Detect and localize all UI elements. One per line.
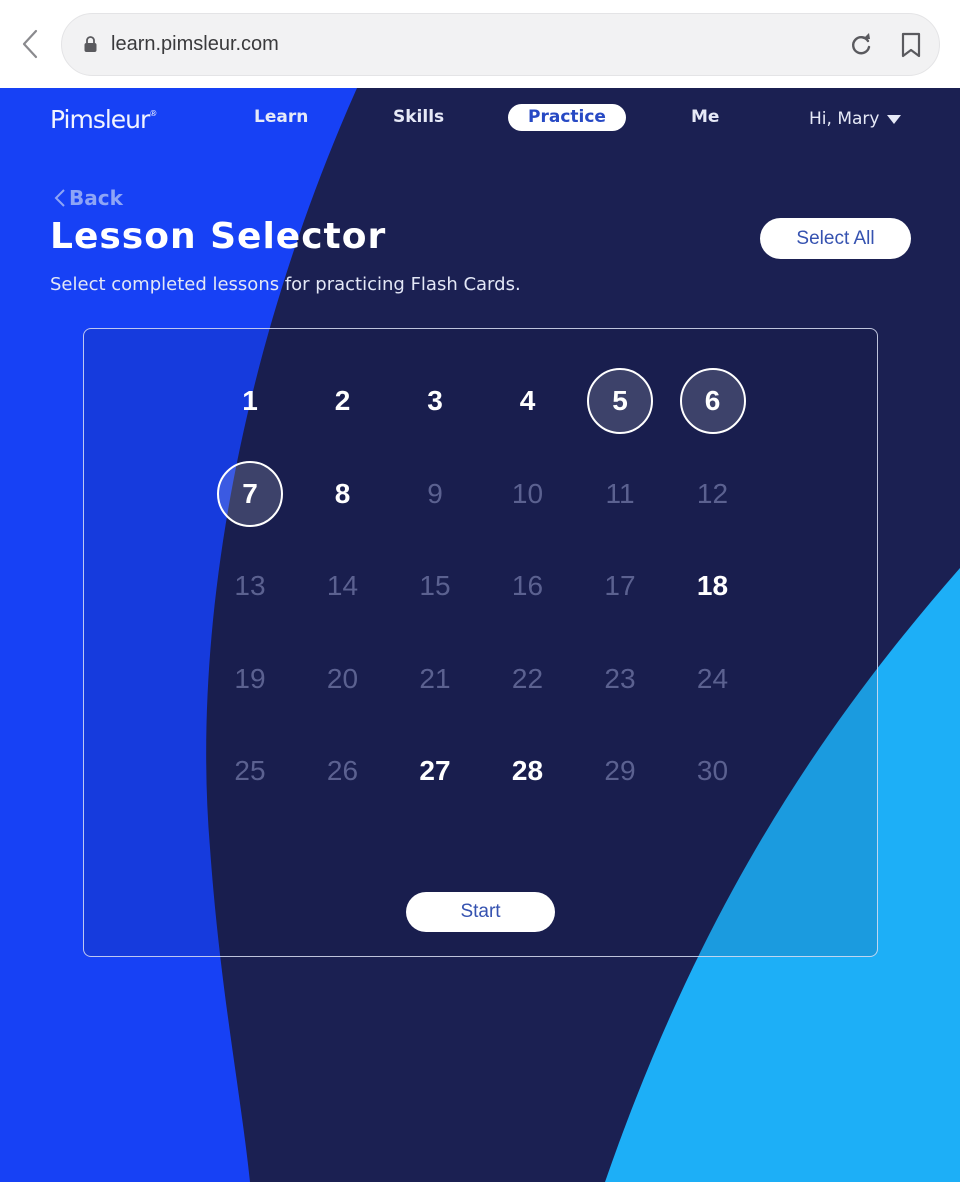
select-all-button[interactable]: Select All	[760, 218, 911, 259]
page-title: Lesson Selector	[50, 216, 387, 257]
lesson-26-button: 26	[326, 755, 359, 786]
lesson-14-button: 14	[326, 570, 359, 601]
bookmark-icon[interactable]	[901, 32, 921, 58]
lesson-grid: 1 2 3 4 5 6 7 8 9 10 11 12 13 14 15 16 17 18 19 20 21 22 23 24 2…	[84, 329, 877, 956]
lesson-30-button: 30	[696, 755, 729, 786]
browser-toolbar: learn.pimsleur.com	[0, 0, 960, 88]
address-bar[interactable]: learn.pimsleur.com	[61, 13, 940, 76]
start-button[interactable]: Start	[406, 892, 555, 932]
lesson-15-button: 15	[419, 570, 451, 601]
lock-icon	[84, 36, 97, 52]
lesson-9-button: 9	[427, 477, 443, 509]
registered-mark: ®	[149, 109, 158, 118]
caret-down-icon	[887, 114, 902, 124]
page-subtitle: Select completed lessons for practicing …	[50, 274, 521, 295]
lesson-1-button[interactable]: 1	[217, 368, 283, 434]
lesson-10-button: 10	[511, 477, 544, 509]
nav-item-me[interactable]: Me	[691, 107, 719, 127]
back-label: Back	[69, 186, 123, 210]
lesson-8-button[interactable]: 8	[310, 461, 376, 527]
lesson-6-button[interactable]: 6	[679, 368, 746, 434]
url-text[interactable]: learn.pimsleur.com	[111, 33, 279, 56]
lesson-22-button: 22	[511, 662, 544, 694]
lesson-17-button: 17	[604, 570, 636, 601]
user-menu[interactable]: Hi, Mary	[809, 109, 902, 129]
lesson-12-button: 12	[696, 477, 729, 509]
lesson-29-button: 29	[604, 755, 636, 786]
lesson-25-button: 25	[234, 755, 266, 786]
reload-icon[interactable]	[849, 32, 873, 58]
nav-item-practice[interactable]: Practice	[508, 104, 626, 131]
lesson-7-button[interactable]: 7	[217, 460, 283, 527]
lesson-3-button[interactable]: 3	[402, 368, 468, 434]
user-greeting: Hi, Mary	[809, 109, 880, 129]
lesson-19-button: 19	[234, 662, 266, 694]
pimsleur-logo[interactable]: Pimsleur®	[50, 105, 157, 134]
chevron-left-icon	[54, 189, 65, 207]
lesson-2-button[interactable]: 2	[310, 368, 376, 434]
lesson-27-button[interactable]: 27	[402, 738, 468, 804]
page-content: Pimsleur® Learn Skills Practice Me Hi, M…	[0, 88, 960, 1182]
logo-text: Pimsleur	[50, 105, 150, 134]
lesson-28-button[interactable]: 28	[495, 738, 561, 804]
back-link[interactable]: Back	[54, 186, 123, 210]
lesson-18-button[interactable]: 18	[680, 553, 746, 619]
chevron-left-icon	[22, 29, 38, 59]
top-nav: Pimsleur® Learn Skills Practice Me Hi, M…	[0, 88, 960, 152]
lesson-24-button: 24	[696, 662, 729, 694]
lesson-11-button: 11	[605, 477, 635, 509]
lesson-13-button: 13	[234, 570, 266, 601]
nav-item-learn[interactable]: Learn	[254, 107, 308, 127]
lesson-21-button: 21	[419, 662, 451, 694]
lesson-5-button[interactable]: 5	[587, 368, 653, 434]
browser-back-button[interactable]	[14, 26, 46, 62]
lesson-20-button: 20	[326, 662, 359, 694]
lesson-panel: 1 2 3 4 5 6 7 8 9 10 11 12 13 14 15 16 17 18 19 20 21 22 23 24 2…	[83, 328, 878, 957]
lesson-23-button: 23	[604, 662, 636, 694]
lesson-4-button[interactable]: 4	[495, 368, 561, 434]
nav-item-skills[interactable]: Skills	[393, 107, 444, 127]
lesson-16-button: 16	[511, 570, 544, 601]
